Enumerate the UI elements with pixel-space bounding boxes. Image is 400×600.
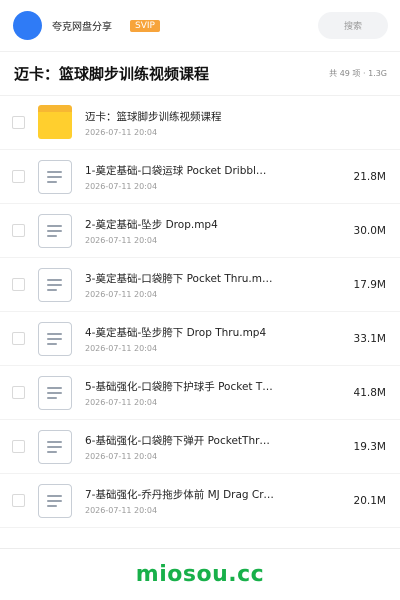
file-size: 20.1M <box>353 494 386 507</box>
item-count-size: 共 49 项 · 1.3G <box>329 69 387 78</box>
file-name: 1-奠定基础-口袋运球 Pocket Dribbl… <box>85 164 267 177</box>
file-name: 5-基础强化-口袋胯下护球手 Pocket Thr… <box>85 380 275 393</box>
file-size: 30.0M <box>353 224 386 237</box>
select-checkbox[interactable] <box>12 116 25 129</box>
file-size: 21.8M <box>353 170 386 183</box>
document-icon <box>38 267 72 302</box>
file-date: 2026-07-11 20:04 <box>85 505 158 515</box>
site-watermark: miosou.cc <box>135 562 265 587</box>
list-item[interactable]: 1-奠定基础-口袋运球 Pocket Dribbl… 2026-07-11 20… <box>0 150 400 204</box>
list-item[interactable]: 迈卡：篮球脚步训练视频课程 2026-07-11 20:04 <box>0 96 400 150</box>
document-icon <box>38 321 72 356</box>
top-bar: 夸克网盘分享 SVIP 搜索 <box>0 0 400 52</box>
svip-badge: SVIP <box>130 19 160 32</box>
file-date: 2026-07-11 20:04 <box>85 343 158 353</box>
file-list: 迈卡：篮球脚步训练视频课程 2026-07-11 20:04 1-奠定基础-口袋… <box>0 96 400 528</box>
document-icon <box>38 213 72 248</box>
file-size: 17.9M <box>353 278 386 291</box>
file-name: 6-基础强化-口袋胯下弹开 PocketThru … <box>85 434 275 447</box>
select-checkbox[interactable] <box>12 278 25 291</box>
select-checkbox[interactable] <box>12 494 25 507</box>
select-checkbox[interactable] <box>12 224 25 237</box>
file-name: 7-基础强化-乔丹拖步体前 MJ Drag Cro… <box>85 488 275 501</box>
file-size: 41.8M <box>353 386 386 399</box>
select-checkbox[interactable] <box>12 386 25 399</box>
document-icon <box>38 375 72 410</box>
avatar[interactable] <box>13 11 42 40</box>
file-name: 迈卡：篮球脚步训练视频课程 <box>85 110 222 123</box>
list-item[interactable]: 4-奠定基础-坠步胯下 Drop Thru.mp4 2026-07-11 20:… <box>0 312 400 366</box>
page-title: 迈卡：篮球脚步训练视频课程 <box>14 65 210 83</box>
document-icon <box>38 483 72 518</box>
file-date: 2026-07-11 20:04 <box>85 451 158 461</box>
select-checkbox[interactable] <box>12 170 25 183</box>
file-name: 3-奠定基础-口袋胯下 Pocket Thru.m… <box>85 272 273 285</box>
search-button[interactable]: 搜索 <box>318 12 388 39</box>
file-size: 19.3M <box>353 440 386 453</box>
share-header: 迈卡：篮球脚步训练视频课程 共 49 项 · 1.3G <box>0 52 400 96</box>
footer-bar: miosou.cc <box>0 548 400 600</box>
file-date: 2026-07-11 20:04 <box>85 181 158 191</box>
list-item[interactable]: 2-奠定基础-坠步 Drop.mp4 2026-07-11 20:04 30.0… <box>0 204 400 258</box>
file-date: 2026-07-11 20:04 <box>85 289 158 299</box>
app-brand: 夸克网盘分享 <box>52 22 112 33</box>
file-date: 2026-07-11 20:04 <box>85 235 158 245</box>
list-item[interactable]: 3-奠定基础-口袋胯下 Pocket Thru.m… 2026-07-11 20… <box>0 258 400 312</box>
document-icon <box>38 429 72 464</box>
file-name: 2-奠定基础-坠步 Drop.mp4 <box>85 218 218 231</box>
select-checkbox[interactable] <box>12 332 25 345</box>
file-name: 4-奠定基础-坠步胯下 Drop Thru.mp4 <box>85 326 267 339</box>
list-item[interactable]: 7-基础强化-乔丹拖步体前 MJ Drag Cro… 2026-07-11 20… <box>0 474 400 528</box>
file-date: 2026-07-11 20:04 <box>85 127 158 137</box>
document-icon <box>38 159 72 194</box>
select-checkbox[interactable] <box>12 440 25 453</box>
list-item[interactable]: 6-基础强化-口袋胯下弹开 PocketThru … 2026-07-11 20… <box>0 420 400 474</box>
file-date: 2026-07-11 20:04 <box>85 397 158 407</box>
folder-icon <box>38 105 72 139</box>
file-size: 33.1M <box>353 332 386 345</box>
list-item[interactable]: 5-基础强化-口袋胯下护球手 Pocket Thr… 2026-07-11 20… <box>0 366 400 420</box>
